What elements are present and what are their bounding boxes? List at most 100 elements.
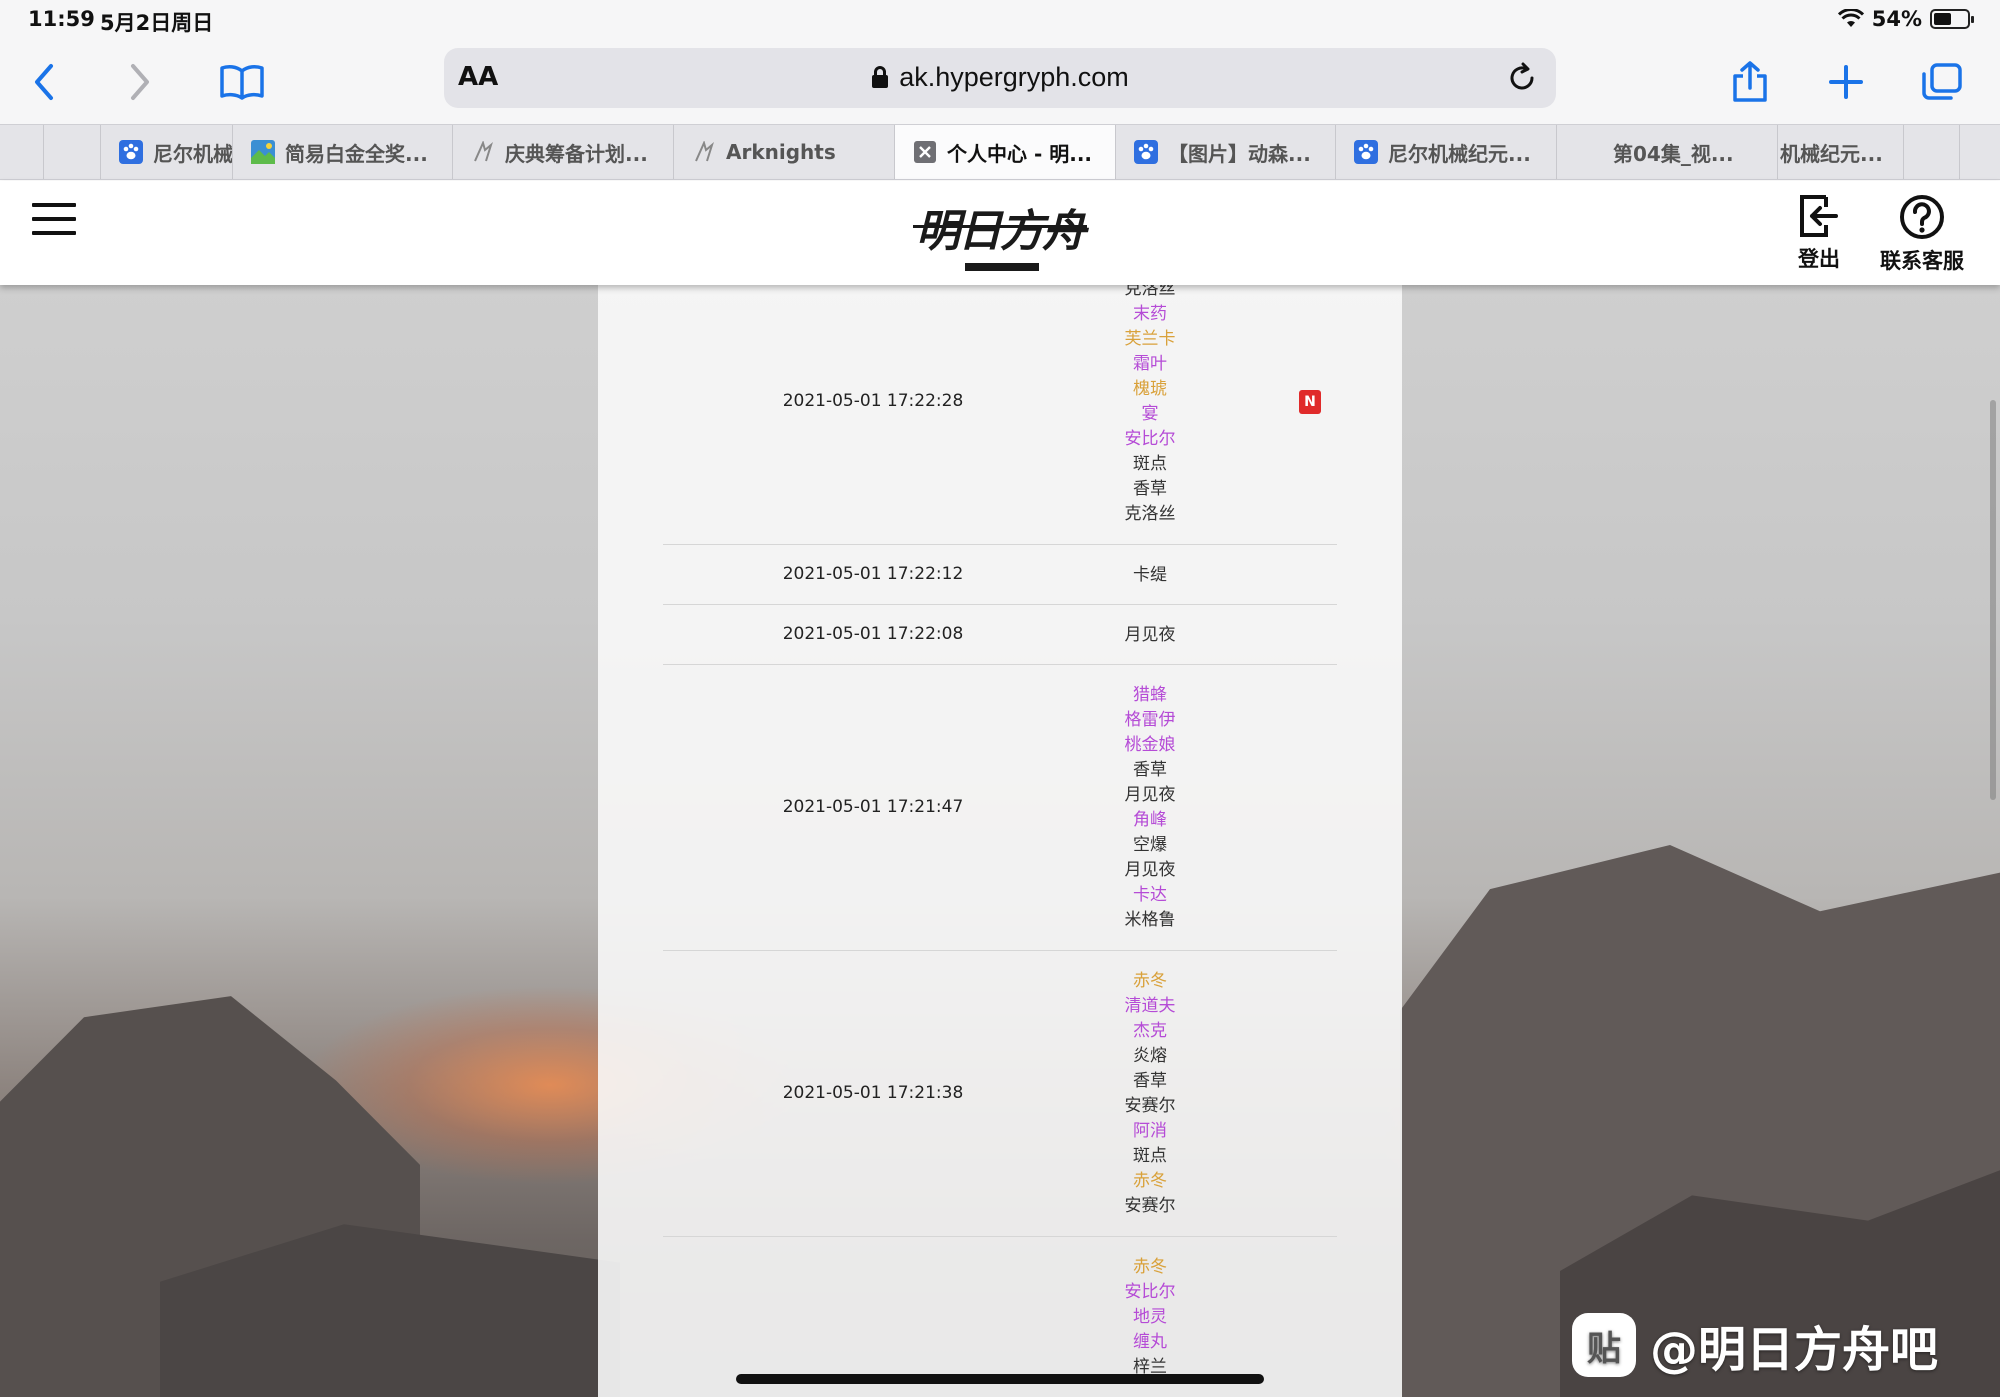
share-icon (1733, 61, 1767, 102)
tab-3[interactable]: Arknights (674, 125, 895, 179)
operator-list: 卡缇 (1083, 563, 1217, 588)
paw-icon (1354, 140, 1378, 164)
logout-button[interactable]: 登出 (1796, 193, 1842, 273)
operator-list: 赤冬 清道夫 杰克 炎熔 香草 安赛尔 阿消 斑点 赤冬 安赛尔 (1083, 969, 1217, 1219)
battery-percent: 54% (1871, 7, 1922, 31)
operator-name: 宴 (1141, 404, 1159, 424)
tab-label: Arknights (726, 140, 836, 164)
operator-name: 赤冬 (1133, 1171, 1167, 1191)
bookmarks-button[interactable] (214, 54, 270, 110)
chevron-left-icon (35, 64, 53, 100)
hamburger-menu-icon[interactable] (32, 203, 76, 239)
operator-name: 斑点 (1133, 454, 1167, 474)
operator-list: 月见夜 (1083, 623, 1217, 648)
operator-name: 清道夫 (1124, 996, 1176, 1016)
operator-name: 缠丸 (1133, 1332, 1167, 1352)
logout-icon (1800, 195, 1838, 237)
operator-name: 卡缇 (1133, 564, 1167, 585)
support-label: 联系客服 (1880, 249, 1964, 273)
url-text: ak.hypergryph.com (899, 62, 1129, 92)
tab-overview-button[interactable] (1914, 54, 1970, 110)
operator-name: 克洛丝 (1124, 504, 1176, 524)
back-button[interactable] (16, 54, 72, 110)
operator-name: 月见夜 (1124, 860, 1176, 880)
record-time: 2021-05-01 17:21:47 (782, 797, 964, 817)
plus-icon (1829, 65, 1863, 99)
share-button[interactable] (1722, 54, 1778, 110)
tab-label: 机械纪元... (1780, 141, 1883, 166)
tab-6[interactable]: 尼尔机械纪元... (1336, 125, 1557, 179)
tab-4-active[interactable]: 个人中心 - 明... (895, 125, 1116, 179)
scroll-indicator[interactable] (1990, 400, 1996, 800)
tieba-logo-icon: 贴 (1572, 1313, 1636, 1377)
operator-name: 月见夜 (1124, 785, 1176, 805)
support-button[interactable]: 联系客服 (1880, 193, 1964, 275)
operator-name: 格雷伊 (1124, 710, 1176, 730)
image-icon (251, 140, 275, 164)
tab-label: 尼尔机械纪元... (1388, 141, 1531, 166)
record-row: 2021-05-01 17:22:08 月见夜 (663, 605, 1337, 665)
operator-name: 槐琥 (1133, 379, 1167, 399)
record-row: 2021-05-01 17:22:12 卡缇 (663, 545, 1337, 605)
close-icon[interactable] (913, 140, 937, 164)
operator-list: 猎蜂 格雷伊 桃金娘 香草 月见夜 角峰 空爆 月见夜 卡达 米格鲁 (1083, 683, 1217, 933)
url-display[interactable]: ak.hypergryph.com (444, 62, 1556, 93)
operator-name: 桃金娘 (1124, 735, 1176, 755)
forward-button[interactable] (112, 54, 168, 110)
reload-icon[interactable] (1506, 62, 1538, 94)
record-time: 2021-05-01 17:21:38 (782, 1083, 964, 1103)
operator-name: 杰克 (1133, 1021, 1167, 1041)
tab-stub[interactable] (0, 125, 44, 179)
operator-name: 空爆 (1133, 835, 1167, 855)
status-time: 11:59 (28, 7, 95, 31)
operator-name: 赤冬 (1133, 1257, 1167, 1277)
status-date: 5月2日周日 (100, 11, 214, 35)
record-row: 2021-05-01 17:21:47 猎蜂 格雷伊 桃金娘 香草 月见夜 角峰 空爆 月见夜卡… (663, 665, 1337, 951)
tab-stub[interactable] (1904, 125, 1960, 179)
tab-2[interactable]: 庆典筹备计划... (453, 125, 674, 179)
tab-label: 【图片】动森... (1168, 141, 1311, 166)
tab-label: 第04集_视... (1613, 141, 1734, 166)
operator-name: 克洛丝 (1124, 285, 1176, 299)
arknights-icon (692, 140, 716, 164)
status-bar: 11:59 5月2日周日 54% (0, 0, 2000, 40)
tab-label: 个人中心 - 明... (947, 141, 1093, 166)
operator-name: 安比尔 (1124, 429, 1176, 449)
record-row: 2021-05-01 17:22:28 克洛丝 末药 芙兰卡 霜叶 槐琥宴安比尔 斑点 香草克… (663, 285, 1337, 545)
record-time: 2021-05-01 17:22:28 (782, 391, 964, 411)
operator-name: 安比尔 (1124, 1282, 1176, 1302)
operator-name: 芙兰卡 (1124, 329, 1176, 349)
wifi-icon (1837, 9, 1864, 27)
paw-icon (119, 140, 143, 164)
logo-stroke (913, 225, 1087, 228)
home-indicator[interactable] (736, 1374, 1264, 1384)
arknights-logo[interactable]: 明日方舟 (913, 191, 1087, 279)
watermark: 贴 @明日方舟吧 (1572, 1310, 1938, 1380)
tab-label: 尼尔机械 (153, 141, 233, 166)
tab-1[interactable]: 简易白金全奖... (233, 125, 453, 179)
tab-5[interactable]: 【图片】动森... (1116, 125, 1336, 179)
logout-label: 登出 (1798, 247, 1840, 271)
paw-icon (1134, 140, 1158, 164)
tab-7[interactable]: 第04集_视... (1557, 125, 1778, 179)
tab-8[interactable]: 机械纪元... (1778, 125, 1904, 179)
lock-icon (872, 66, 889, 88)
logo-underline (965, 263, 1039, 271)
browser-toolbar: AA ak.hypergryph.com (0, 40, 2000, 124)
operator-name: 香草 (1133, 479, 1167, 499)
operator-name: 赤冬 (1133, 971, 1167, 991)
operator-name: 安赛尔 (1124, 1096, 1176, 1116)
address-bar[interactable]: AA ak.hypergryph.com (444, 48, 1556, 108)
operator-name: 卡达 (1133, 885, 1167, 905)
record-row: 2021-05-01 17:21:38 赤冬 清道夫 杰克 炎熔 香草 安赛尔 阿消 斑点 赤冬安… (663, 951, 1337, 1237)
operator-list: 赤冬 安比尔 地灵 缠丸 梓兰 (1083, 1255, 1217, 1380)
tab-stub[interactable] (44, 125, 101, 179)
help-circle-icon (1900, 195, 1944, 239)
operator-name: 斑点 (1133, 1146, 1167, 1166)
tab-0[interactable]: 尼尔机械 (101, 125, 233, 179)
tab-bar: 尼尔机械 简易白金全奖... 庆典筹备计划... Arknights 个人中心 … (0, 124, 2000, 180)
new-tab-button[interactable] (1818, 54, 1874, 110)
record-row: 赤冬 安比尔 地灵 缠丸 梓兰 (663, 1237, 1337, 1397)
watermark-logo-char: 贴 (1587, 1328, 1621, 1369)
record-time: 2021-05-01 17:22:08 (782, 624, 964, 644)
